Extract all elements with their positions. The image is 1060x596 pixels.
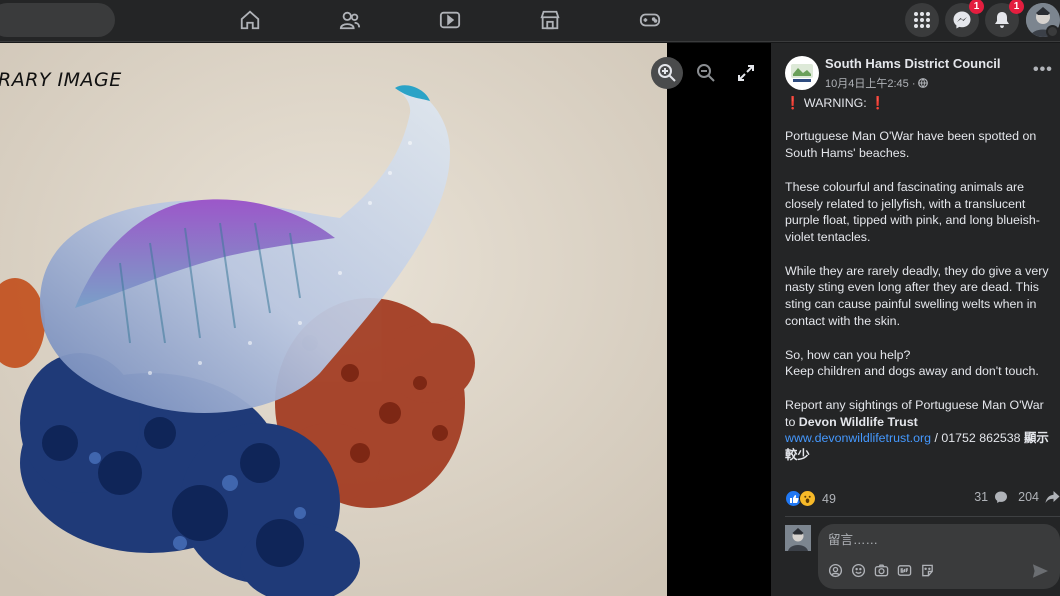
devon-wildlife-link[interactable]: www.devonwildlifetrust.org — [785, 431, 931, 445]
engagement-counts: 31 204 — [974, 490, 1060, 504]
camera-icon[interactable] — [874, 563, 889, 578]
send-icon[interactable] — [1032, 563, 1048, 579]
more-options-button[interactable]: ••• — [1033, 61, 1053, 79]
post-paragraph-5: Report any sightings of Portuguese Man O… — [785, 397, 1057, 464]
post-paragraph-3: While they are rarely deadly, they do gi… — [785, 263, 1049, 329]
home-icon[interactable] — [235, 6, 265, 34]
post-body: ❗ WARNING: ❗ Portuguese Man O'War have b… — [785, 95, 1057, 481]
comment-input[interactable] — [828, 532, 1048, 548]
post-phone: / 01752 862538 — [931, 431, 1025, 446]
post-paragraph-1: Portuguese Man O'War have been spotted o… — [785, 129, 1037, 161]
page-avatar[interactable] — [785, 56, 819, 90]
bell-icon — [995, 12, 1009, 28]
post-org-name: Devon Wildlife Trust — [798, 414, 918, 429]
post-paragraph-4: So, how can you help? Keep children and … — [785, 347, 1057, 381]
post-paragraph-2: These colourful and fascinating animals … — [785, 179, 1040, 245]
post-advice: Keep children and dogs away and don't to… — [785, 364, 1039, 379]
post-timestamp[interactable]: 10月4日上午2:45 · — [825, 75, 929, 91]
watch-icon[interactable] — [435, 6, 465, 34]
post-question: So, how can you help? — [785, 347, 911, 362]
photo-viewer: RARY IMAGE — [0, 43, 771, 596]
globe-icon — [918, 78, 929, 88]
messenger-icon — [953, 11, 971, 29]
comment-composer — [818, 524, 1060, 589]
comment-tools — [828, 563, 935, 578]
share-count[interactable]: 204 — [1018, 490, 1039, 504]
messenger-badge: 1 — [969, 0, 984, 14]
comment-icon — [995, 491, 1008, 503]
top-navigation-bar: 1 1 — [0, 0, 1060, 42]
post-side-panel: South Hams District Council 10月4日上午2:45 … — [771, 43, 1060, 596]
fullscreen-icon[interactable] — [733, 60, 759, 86]
post-time-text: 10月4日上午2:45 · — [825, 78, 916, 90]
avatar-sticker-icon[interactable] — [828, 563, 843, 578]
notifications-button[interactable]: 1 — [985, 0, 1024, 37]
zoom-out-icon[interactable] — [693, 60, 719, 86]
current-user-avatar[interactable] — [785, 525, 811, 551]
notifications-badge: 1 — [1009, 0, 1024, 14]
divider — [785, 516, 1060, 517]
account-menu-chevron-icon[interactable] — [1046, 25, 1059, 38]
friends-icon[interactable] — [335, 6, 365, 34]
gif-icon[interactable] — [897, 563, 912, 578]
grid-icon — [914, 12, 930, 28]
messenger-button[interactable]: 1 — [945, 0, 984, 37]
post-photo[interactable]: RARY IMAGE — [0, 43, 667, 596]
menu-grid-button[interactable] — [905, 3, 939, 37]
share-icon — [1045, 491, 1060, 503]
gaming-icon[interactable] — [635, 6, 665, 34]
image-caption-label: RARY IMAGE — [0, 69, 122, 91]
emoji-icon[interactable] — [851, 563, 866, 578]
reaction-count: 49 — [822, 491, 836, 506]
reactions-summary[interactable]: 49 — [785, 490, 836, 507]
wow-reaction-icon — [799, 490, 816, 507]
search-field[interactable] — [0, 3, 115, 37]
marketplace-icon[interactable] — [535, 6, 565, 34]
comment-count[interactable]: 31 — [974, 490, 988, 504]
post-warning: ❗ WARNING: ❗ — [785, 96, 886, 110]
zoom-in-icon[interactable] — [654, 60, 680, 86]
sticker-icon[interactable] — [920, 563, 935, 578]
page-name[interactable]: South Hams District Council — [825, 56, 1001, 71]
